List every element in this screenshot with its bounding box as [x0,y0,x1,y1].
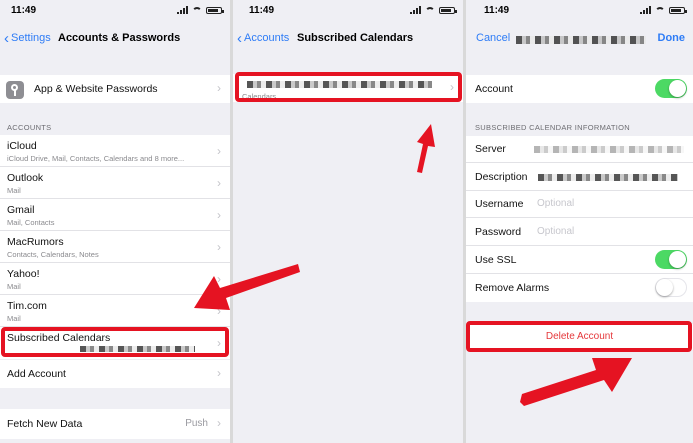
account-toggle[interactable] [655,79,687,98]
account-row-icloud[interactable]: iCloud iCloud Drive, Mail, Contacts, Cal… [0,135,230,167]
account-toggle-group: Account [466,75,693,103]
remove-alarms-toggle[interactable] [655,278,687,297]
description-row[interactable]: Description [466,163,693,191]
highlight-box [1,327,229,357]
back-button[interactable]: ‹ Accounts [237,29,289,47]
calendar-info-section-header: SUBSCRIBED CALENDAR INFORMATION [475,123,631,132]
calendar-info-group: Server Description Username Optional Pas… [466,136,693,302]
remove-alarms-row: Remove Alarms [466,274,693,302]
cancel-button[interactable]: Cancel [476,32,510,44]
password-input[interactable]: Optional [537,226,574,237]
battery-icon [669,6,687,14]
navigation-bar: ‹ Settings Accounts & Passwords [0,22,230,56]
red-arrow-up [417,124,435,173]
add-account-group: Add Account › [0,360,230,388]
done-button[interactable]: Done [658,32,686,44]
navigation-bar: Cancel Done [466,22,693,56]
accounts-list: iCloud iCloud Drive, Mail, Contacts, Cal… [0,135,230,359]
wifi-icon [425,6,435,14]
use-ssl-toggle[interactable] [655,250,687,269]
navigation-bar: ‹ Accounts Subscribed Calendars [233,22,463,56]
signal-icon [177,6,188,14]
status-time: 11:49 [11,5,37,16]
accounts-passwords-screen: 11:49 ‹ Settings Accounts & Passwords Ap… [0,0,230,443]
chevron-right-icon: › [217,208,221,222]
use-ssl-row: Use SSL [466,246,693,274]
status-time: 11:49 [484,5,510,16]
page-title: Subscribed Calendars [297,32,414,44]
status-bar: 11:49 [466,0,693,22]
username-input[interactable]: Optional [537,198,574,209]
chevron-right-icon: › [217,416,221,430]
chevron-right-icon: › [217,366,221,380]
account-row: Account [466,75,693,103]
wifi-icon [192,6,202,14]
server-row[interactable]: Server [466,136,693,163]
status-bar: 11:49 [233,0,463,22]
chevron-right-icon: › [217,240,221,254]
password-row[interactable]: Password Optional [466,218,693,246]
wifi-icon [655,6,665,14]
redacted-title [516,36,646,44]
chevron-right-icon: › [217,81,221,95]
battery-icon [206,6,224,14]
chevron-right-icon: › [217,144,221,158]
signal-icon [640,6,651,14]
fetch-value: Push [185,418,208,429]
account-row-outlook[interactable]: Outlook Mail › [0,167,230,199]
accounts-section-header: ACCOUNTS [7,123,52,132]
chevron-left-icon: ‹ [237,29,242,47]
add-account-row[interactable]: Add Account › [0,360,230,388]
status-bar: 11:49 [0,0,230,22]
username-row[interactable]: Username Optional [466,191,693,218]
app-website-passwords-row[interactable]: App & Website Passwords › [0,75,230,103]
chevron-left-icon: ‹ [4,29,9,47]
account-row-macrumors[interactable]: MacRumors Contacts, Calendars, Notes › [0,231,230,263]
highlight-box [235,72,462,102]
back-button[interactable]: ‹ Settings [4,29,51,47]
highlight-box [466,321,692,352]
fetch-new-data-row[interactable]: Fetch New Data Push › [0,409,230,439]
signal-icon [410,6,421,14]
passwords-group: App & Website Passwords › [0,75,230,103]
battery-icon [439,6,457,14]
page-title: Accounts & Passwords [58,32,181,44]
fetch-group: Fetch New Data Push › [0,409,230,439]
red-arrow-right [520,358,632,406]
key-icon [6,81,24,99]
status-time: 11:49 [249,5,275,16]
redacted-server [534,146,684,153]
subscribed-calendars-screen: 11:49 ‹ Accounts Subscribed Calendars Ca… [233,0,463,443]
redacted-description [538,174,678,181]
account-row-gmail[interactable]: Gmail Mail, Contacts › [0,199,230,231]
red-arrow-left [194,264,300,310]
chevron-right-icon: › [217,176,221,190]
